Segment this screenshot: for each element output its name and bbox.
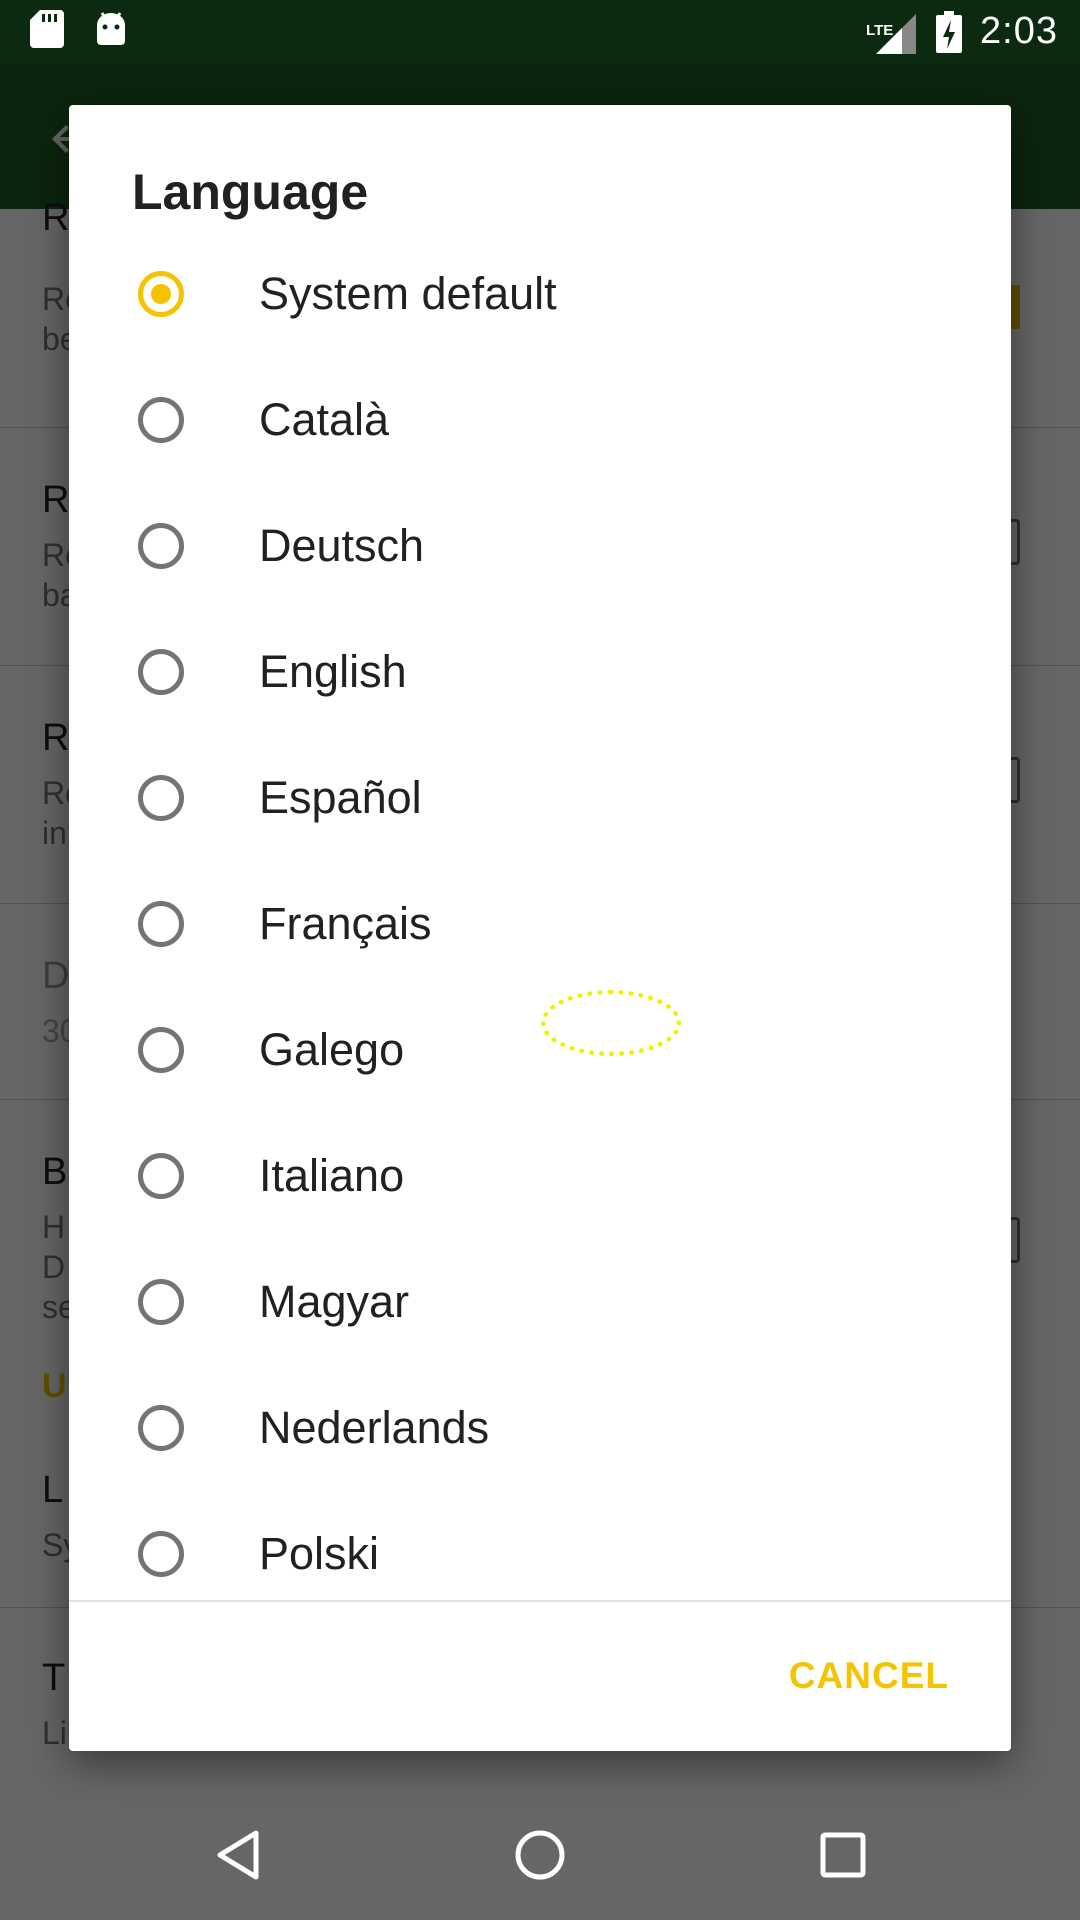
home-icon bbox=[515, 1830, 565, 1880]
language-option-label: Magyar bbox=[259, 1276, 410, 1327]
language-option-label: System default bbox=[259, 268, 557, 319]
touch-indicator bbox=[541, 990, 681, 1056]
status-bar: LTE 2:03 bbox=[0, 0, 1080, 63]
language-dialog: Language System default Català Deutsch E… bbox=[69, 105, 1011, 1751]
radio-button-checked-icon[interactable] bbox=[138, 271, 184, 317]
radio-button-icon[interactable] bbox=[138, 1279, 184, 1325]
language-option-label: Deutsch bbox=[259, 520, 425, 571]
recents-icon bbox=[820, 1832, 866, 1878]
navigation-bar bbox=[0, 1793, 1080, 1920]
back-icon bbox=[217, 1830, 259, 1880]
language-option-label: Nederlands bbox=[259, 1402, 490, 1453]
radio-button-icon[interactable] bbox=[138, 1027, 184, 1073]
language-option[interactable]: Italiano bbox=[69, 1115, 1011, 1241]
language-option[interactable]: English bbox=[69, 611, 1011, 737]
language-option-label: Français bbox=[259, 898, 432, 949]
sd-card-icon bbox=[30, 10, 64, 48]
radio-button-icon[interactable] bbox=[138, 775, 184, 821]
android-icon bbox=[97, 12, 125, 45]
language-option[interactable]: Français bbox=[69, 863, 1011, 989]
language-option[interactable]: Galego bbox=[69, 989, 1011, 1115]
radio-button-icon[interactable] bbox=[138, 523, 184, 569]
language-option-label: Polski bbox=[259, 1528, 380, 1579]
language-option[interactable]: Magyar bbox=[69, 1241, 1011, 1367]
language-option-label: Español bbox=[259, 772, 422, 823]
dialog-title: Language bbox=[132, 164, 369, 220]
radio-button-icon[interactable] bbox=[138, 649, 184, 695]
back-button[interactable] bbox=[198, 1815, 278, 1895]
recents-button[interactable] bbox=[803, 1815, 883, 1895]
language-option[interactable]: Nederlands bbox=[69, 1367, 1011, 1493]
clock: 2:03 bbox=[980, 10, 1058, 52]
radio-button-icon[interactable] bbox=[138, 1531, 184, 1577]
radio-button-icon[interactable] bbox=[138, 1405, 184, 1451]
language-option-label: Galego bbox=[259, 1024, 405, 1075]
radio-button-icon[interactable] bbox=[138, 397, 184, 443]
dialog-divider bbox=[69, 1600, 1011, 1602]
language-option[interactable]: Deutsch bbox=[69, 485, 1011, 611]
radio-button-icon[interactable] bbox=[138, 1153, 184, 1199]
language-option[interactable]: Català bbox=[69, 359, 1011, 485]
language-option-label: Català bbox=[259, 394, 390, 445]
home-button[interactable] bbox=[500, 1815, 580, 1895]
language-option-label: Italiano bbox=[259, 1150, 405, 1201]
cancel-button[interactable]: CANCEL bbox=[789, 1655, 949, 1697]
language-option[interactable]: Español bbox=[69, 737, 1011, 863]
language-option[interactable]: System default bbox=[69, 233, 1011, 359]
radio-button-icon[interactable] bbox=[138, 901, 184, 947]
signal-icon: LTE bbox=[866, 10, 918, 54]
language-option-label: English bbox=[259, 646, 407, 697]
battery-charging-icon bbox=[936, 10, 963, 53]
